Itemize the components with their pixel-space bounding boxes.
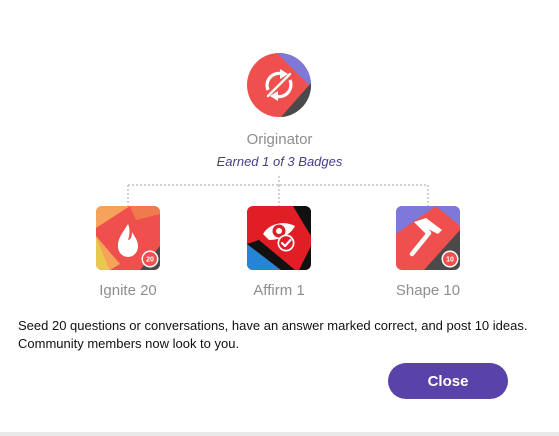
ignite-count: 20 — [146, 257, 154, 264]
shape-count: 10 — [446, 257, 454, 264]
ignite-badge: 20 — [96, 206, 160, 270]
flame-icon: 20 — [96, 206, 160, 270]
close-button[interactable]: Close — [388, 363, 508, 399]
earned-progress-text: Earned 1 of 3 Badges — [216, 154, 343, 169]
hammer-icon: 10 — [396, 206, 460, 270]
affirm-badge — [247, 206, 311, 270]
ignite-label: Ignite 20 — [99, 282, 157, 299]
badge-description: Seed 20 questions or conversations, have… — [18, 318, 528, 351]
eye-check-icon — [247, 206, 311, 270]
badge-dialog: Originator Earned 1 of 3 Badges 20 Ignit… — [0, 0, 559, 432]
refresh-arrows-icon — [247, 53, 311, 117]
shape-badge: 10 — [396, 206, 460, 270]
affirm-label: Affirm 1 — [253, 282, 305, 299]
originator-badge — [247, 53, 311, 117]
shape-label: Shape 10 — [395, 282, 461, 299]
badge-connector-lines — [127, 176, 429, 206]
badge-title: Originator — [246, 131, 313, 148]
